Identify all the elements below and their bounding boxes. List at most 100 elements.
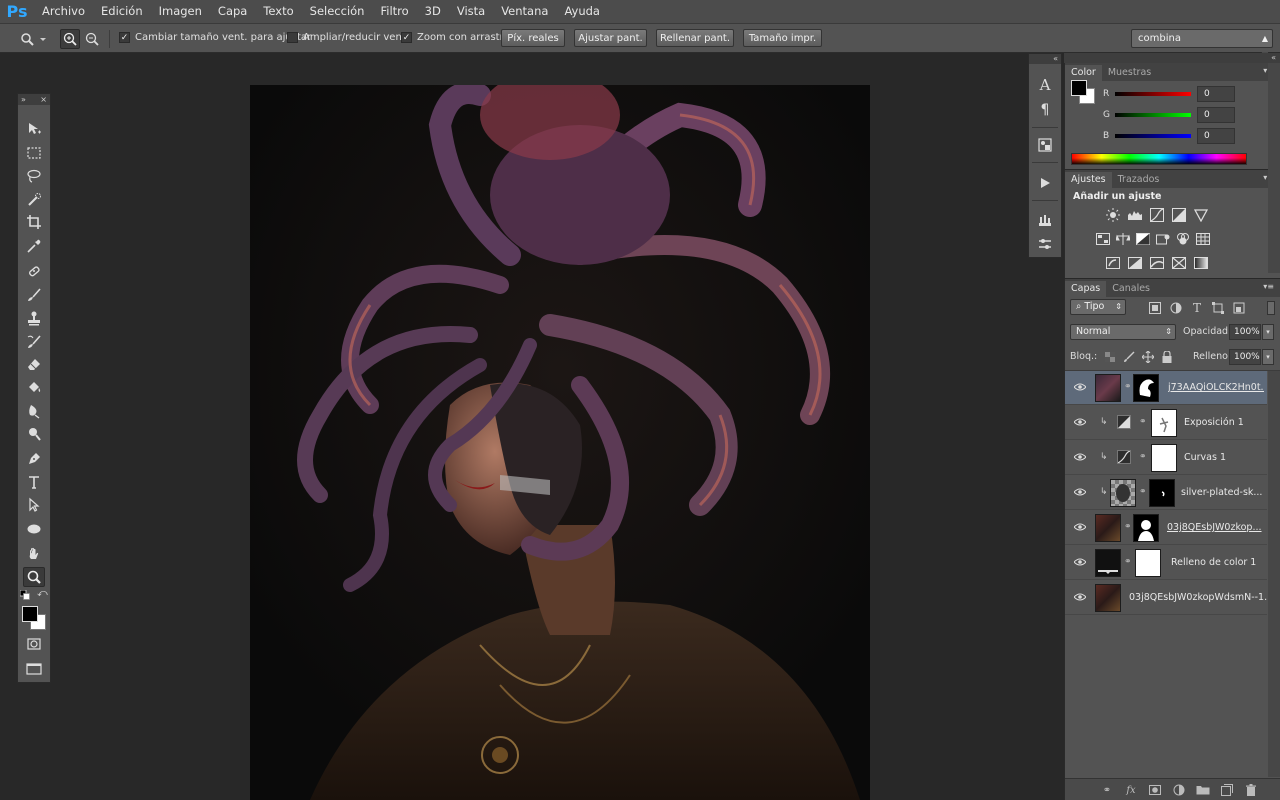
menu-filtro[interactable]: Filtro: [372, 0, 416, 23]
gradient-map-icon[interactable]: [1193, 256, 1209, 270]
tab-adjustments[interactable]: Ajustes: [1065, 172, 1112, 188]
blue-value-input[interactable]: 0: [1197, 128, 1235, 144]
selective-color-icon[interactable]: [1171, 256, 1187, 270]
zoom-all-windows-checkbox[interactable]: Ampliar/reducir vent.: [287, 32, 409, 43]
lock-position-icon[interactable]: [1140, 350, 1156, 364]
menu-vista[interactable]: Vista: [449, 0, 493, 23]
red-value-input[interactable]: 0: [1197, 86, 1235, 102]
quick-selection-tool[interactable]: [23, 190, 45, 210]
channel-mixer-icon[interactable]: [1175, 232, 1191, 246]
filter-shape-icon[interactable]: [1210, 301, 1226, 315]
filter-toggle[interactable]: [1267, 301, 1275, 315]
blur-tool[interactable]: [23, 401, 45, 421]
lock-all-icon[interactable]: [1159, 350, 1175, 364]
panels-scrollbar[interactable]: [1268, 63, 1280, 273]
clone-stamp-tool[interactable]: [23, 308, 45, 328]
lock-transparent-icon[interactable]: [1102, 350, 1118, 364]
dock-collapse-icon[interactable]: «: [1029, 54, 1061, 64]
blue-slider[interactable]: [1115, 134, 1191, 138]
layer-name[interactable]: 03j8QEsbJW0zkop...: [1167, 522, 1267, 533]
layer-name[interactable]: Exposición 1: [1184, 417, 1264, 428]
invert-icon[interactable]: [1105, 256, 1121, 270]
exposure-icon[interactable]: [1171, 208, 1187, 222]
filter-type-icon[interactable]: T: [1189, 301, 1205, 315]
move-tool[interactable]: [23, 119, 45, 139]
brush-panel-button[interactable]: [1034, 233, 1056, 255]
actual-pixels-button[interactable]: Píx. reales: [501, 29, 565, 47]
tool-preset-picker[interactable]: [18, 29, 48, 49]
layer-row[interactable]: ↳ ⚭ Exposición 1: [1065, 406, 1267, 440]
character-panel-button[interactable]: A: [1034, 74, 1056, 96]
menu-3d[interactable]: 3D: [417, 0, 449, 23]
marquee-tool[interactable]: [23, 143, 45, 163]
panels-collapse-bar[interactable]: «: [1064, 53, 1280, 63]
quick-mask-button[interactable]: [23, 634, 45, 654]
eraser-tool[interactable]: [23, 354, 45, 374]
vibrance-icon[interactable]: [1193, 208, 1209, 222]
eye-icon[interactable]: [1073, 485, 1087, 499]
zoom-out-button[interactable]: [82, 29, 102, 49]
layer-row[interactable]: ⚭ j73AAQiOLCK2Hn0t...: [1065, 371, 1267, 405]
resize-windows-checkbox[interactable]: ✓ Cambiar tamaño vent. para ajustar: [119, 32, 311, 43]
layer-row[interactable]: ↳ ⚭ Curvas 1: [1065, 441, 1267, 475]
crop-tool[interactable]: [23, 212, 45, 232]
layer-row[interactable]: ⚭ Relleno de color 1: [1065, 546, 1267, 580]
tools-panel-header[interactable]: » ×: [18, 94, 50, 105]
actions-panel-button[interactable]: [1034, 172, 1056, 194]
menu-ayuda[interactable]: Ayuda: [556, 0, 608, 23]
paragraph-panel-button[interactable]: ¶: [1034, 99, 1056, 121]
tab-color[interactable]: Color: [1065, 65, 1102, 81]
fit-screen-button[interactable]: Ajustar pant.: [574, 29, 647, 47]
curves-icon[interactable]: [1149, 208, 1165, 222]
layer-row[interactable]: ⚭ 03j8QEsbJW0zkop...: [1065, 511, 1267, 545]
opacity-input[interactable]: 100%: [1229, 324, 1261, 340]
filter-adjustment-icon[interactable]: [1168, 301, 1184, 315]
filter-smart-object-icon[interactable]: [1231, 301, 1247, 315]
menu-texto[interactable]: Texto: [255, 0, 301, 23]
layer-name[interactable]: silver-plated-sk...: [1181, 487, 1267, 498]
layer-filter-select[interactable]: ⌕ Tipo ⇕: [1070, 299, 1126, 315]
paint-bucket-tool[interactable]: [23, 377, 45, 397]
menu-imagen[interactable]: Imagen: [151, 0, 210, 23]
layer-name[interactable]: Relleno de color 1: [1171, 557, 1267, 568]
workspace-select[interactable]: combina ▲▼: [1131, 29, 1273, 60]
menu-seleccion[interactable]: Selección: [302, 0, 373, 23]
filter-pixel-icon[interactable]: [1147, 301, 1163, 315]
blend-mode-select[interactable]: Normal ⇕: [1070, 324, 1176, 340]
healing-brush-tool[interactable]: [23, 261, 45, 281]
path-selection-tool[interactable]: [23, 495, 45, 515]
levels-icon[interactable]: [1127, 208, 1143, 222]
green-slider[interactable]: [1115, 113, 1191, 117]
tool-presets-button[interactable]: [1034, 134, 1056, 156]
tab-paths[interactable]: Trazados: [1112, 172, 1166, 188]
green-value-input[interactable]: 0: [1197, 107, 1235, 123]
posterize-icon[interactable]: [1127, 256, 1143, 270]
foreground-color-swatch[interactable]: [1071, 80, 1087, 96]
tab-channels[interactable]: Canales: [1106, 281, 1156, 297]
layer-name[interactable]: j73AAQiOLCK2Hn0t...: [1168, 382, 1264, 393]
menu-archivo[interactable]: Archivo: [34, 0, 93, 23]
eye-icon[interactable]: [1073, 520, 1087, 534]
brush-tool[interactable]: [23, 285, 45, 305]
hue-saturation-icon[interactable]: [1095, 232, 1111, 246]
zoom-in-button[interactable]: [60, 29, 80, 49]
eye-icon[interactable]: [1073, 415, 1087, 429]
trash-icon[interactable]: [1243, 782, 1259, 798]
link-layers-icon[interactable]: ⚭: [1099, 782, 1115, 798]
eye-icon[interactable]: [1073, 450, 1087, 464]
eye-icon[interactable]: [1073, 590, 1087, 604]
new-adjustment-layer-icon[interactable]: [1171, 782, 1187, 798]
dodge-tool[interactable]: [23, 424, 45, 444]
layer-name[interactable]: Curvas 1: [1184, 452, 1264, 463]
hand-tool[interactable]: [23, 544, 45, 564]
eyedropper-tool[interactable]: [23, 236, 45, 256]
type-tool[interactable]: [23, 472, 45, 492]
menu-ventana[interactable]: Ventana: [493, 0, 556, 23]
brightness-contrast-icon[interactable]: [1105, 208, 1121, 222]
photo-filter-icon[interactable]: [1155, 232, 1171, 246]
menu-edicion[interactable]: Edición: [93, 0, 151, 23]
new-layer-icon[interactable]: [1219, 782, 1235, 798]
screen-mode-button[interactable]: [23, 659, 45, 679]
fill-input[interactable]: 100%: [1229, 349, 1261, 365]
panel-menu-icon[interactable]: ▾≡: [1263, 282, 1274, 291]
